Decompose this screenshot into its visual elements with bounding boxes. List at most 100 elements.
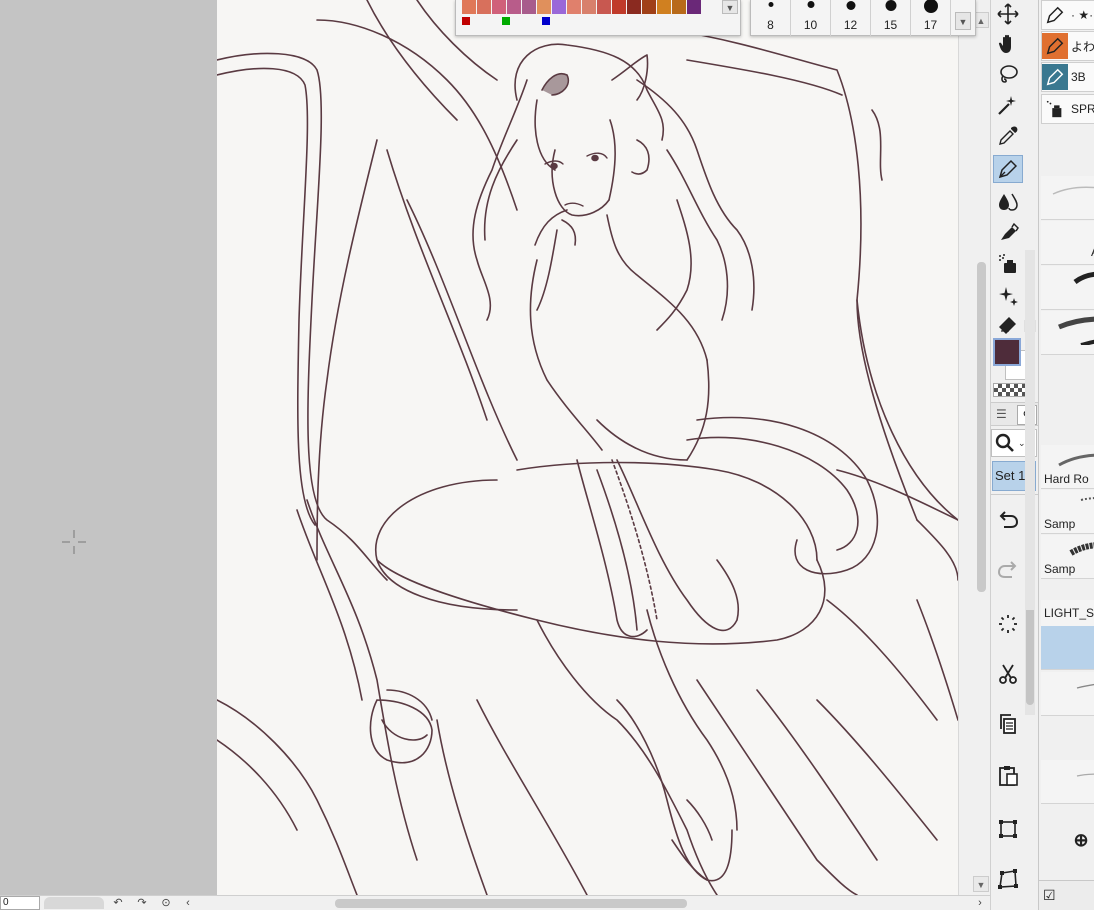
rgb-dot (542, 17, 550, 25)
rotate-left-icon[interactable]: ↶ (110, 896, 126, 910)
color-swatch[interactable] (597, 0, 611, 14)
color-swatch[interactable] (462, 0, 476, 14)
eraser-tool[interactable] (993, 310, 1023, 338)
free-transform-button[interactable] (993, 865, 1023, 893)
menu-icon[interactable]: ☰ (996, 407, 1007, 421)
spinner-icon (999, 615, 1017, 633)
color-swatch[interactable] (567, 0, 581, 14)
chevron-down-icon[interactable]: ▼ (955, 12, 971, 30)
drawing-canvas[interactable] (217, 0, 958, 895)
decoration-tool[interactable] (993, 282, 1023, 310)
color-swatch[interactable] (492, 0, 506, 14)
ink-tube-icon (1001, 222, 1019, 240)
brush-size-15[interactable]: 15 (871, 0, 911, 36)
pen-icon (1042, 2, 1068, 28)
brush-preset[interactable] (1041, 266, 1094, 310)
eyedropper-tool[interactable] (993, 122, 1023, 150)
lasso-tool[interactable] (993, 60, 1023, 88)
brush-preset[interactable]: Samp (1041, 535, 1094, 579)
cut-button[interactable] (993, 660, 1023, 688)
scroll-right-icon[interactable]: › (972, 896, 988, 910)
move-tool[interactable] (993, 0, 1023, 28)
color-swatch[interactable] (627, 0, 641, 14)
color-swatch[interactable] (672, 0, 686, 14)
add-preset-icon[interactable]: ⊕ (1071, 830, 1091, 850)
copy-button[interactable] (993, 710, 1023, 738)
subtool-item[interactable]: よわ (1041, 31, 1094, 61)
toolbar-scrollbar[interactable] (1025, 250, 1035, 610)
main-color-swatch-front[interactable] (993, 338, 1021, 366)
brush-size-10[interactable]: 10 (791, 0, 831, 36)
loading-button[interactable] (993, 610, 1023, 638)
brush-size-8[interactable]: 8 (751, 0, 791, 36)
blend-tool[interactable] (993, 187, 1023, 215)
spray-can-icon (999, 254, 1016, 273)
brush-preset[interactable] (1041, 760, 1094, 804)
scroll-down-button[interactable]: ▼ (973, 876, 989, 892)
color-swatch[interactable] (657, 0, 671, 14)
color-swatch-row (462, 0, 702, 14)
airbrush-tool[interactable] (993, 250, 1023, 278)
transform-button[interactable] (993, 815, 1023, 843)
undo-icon (999, 511, 1019, 528)
subtool-item[interactable]: 3B (1041, 62, 1094, 92)
brush-preset-selected[interactable] (1041, 626, 1094, 670)
scroll-left-icon[interactable]: ‹ (180, 896, 196, 910)
spray-can-icon (1042, 96, 1068, 122)
color-swatch[interactable] (537, 0, 551, 14)
color-swatch[interactable] (612, 0, 626, 14)
pen-tool[interactable] (993, 155, 1023, 183)
magic-wand-tool[interactable] (993, 91, 1023, 119)
chevron-down-icon[interactable]: ▼ (722, 0, 738, 14)
vertical-scroll-thumb[interactable] (977, 262, 986, 592)
color-swatch[interactable] (522, 0, 536, 14)
cursor-crosshair-icon (62, 530, 86, 554)
color-swatch[interactable] (687, 0, 701, 14)
brush-preset[interactable] (1041, 176, 1094, 220)
horizontal-scroll-thumb[interactable] (335, 899, 687, 908)
brush-preset[interactable] (1041, 672, 1094, 716)
subtool-item[interactable]: SPR (1041, 94, 1094, 124)
pasteboard (0, 0, 217, 895)
color-swatch[interactable] (642, 0, 656, 14)
copy-icon (1000, 714, 1016, 734)
reset-rotation-icon[interactable]: ⊙ (158, 896, 174, 910)
hand-tool[interactable] (993, 30, 1023, 58)
color-swatch[interactable] (507, 0, 521, 14)
color-swatch[interactable] (582, 0, 596, 14)
brush-preset[interactable]: Samp (1041, 490, 1094, 534)
eyedropper-icon (999, 126, 1018, 145)
canvas-bottom-bar: 0 ↶ ↷ ⊙ ‹ › (0, 895, 990, 910)
zoom-level-field[interactable]: 0 (0, 896, 40, 910)
brush-name: Samp (1044, 562, 1076, 576)
checkbox-icon[interactable]: ☑ (1043, 887, 1056, 904)
brush-stroke-preview (1069, 542, 1094, 556)
color-swatch[interactable] (552, 0, 566, 14)
redo-icon (997, 561, 1017, 578)
brush-size-12[interactable]: 12 (831, 0, 871, 36)
redo-button[interactable] (993, 555, 1023, 583)
canvas-vertical-scrollbar[interactable]: ▲ ▼ (958, 0, 990, 895)
size-label: 8 (767, 18, 774, 32)
pen-icon (1042, 33, 1068, 59)
sub-tool-panel: · ★· よわ 3B SPR A Ha (1038, 0, 1094, 910)
paste-button[interactable] (993, 761, 1023, 789)
rgb-dot (462, 17, 470, 25)
brush-preset[interactable]: Hard Ro (1041, 445, 1094, 489)
pencil-icon (1042, 64, 1068, 90)
brush-name: Samp (1044, 517, 1076, 531)
rotate-right-icon[interactable]: ↷ (134, 896, 150, 910)
subtool-name: · ★· (1071, 8, 1094, 22)
brush-size-17[interactable]: 17 (911, 0, 951, 36)
brush-preset[interactable]: A (1041, 221, 1094, 265)
brush-preset[interactable] (1041, 311, 1094, 355)
fill-tool[interactable] (993, 218, 1023, 246)
paste-clipboard-icon (999, 766, 1018, 786)
subtool-item[interactable]: · ★· (1041, 0, 1094, 30)
undo-button[interactable] (993, 505, 1023, 533)
color-set-palette: ▼ (455, 0, 741, 36)
color-swatch[interactable] (477, 0, 491, 14)
zoom-slider[interactable] (44, 897, 104, 909)
rgb-indicator-row (462, 17, 562, 27)
transform-icon (999, 820, 1017, 838)
